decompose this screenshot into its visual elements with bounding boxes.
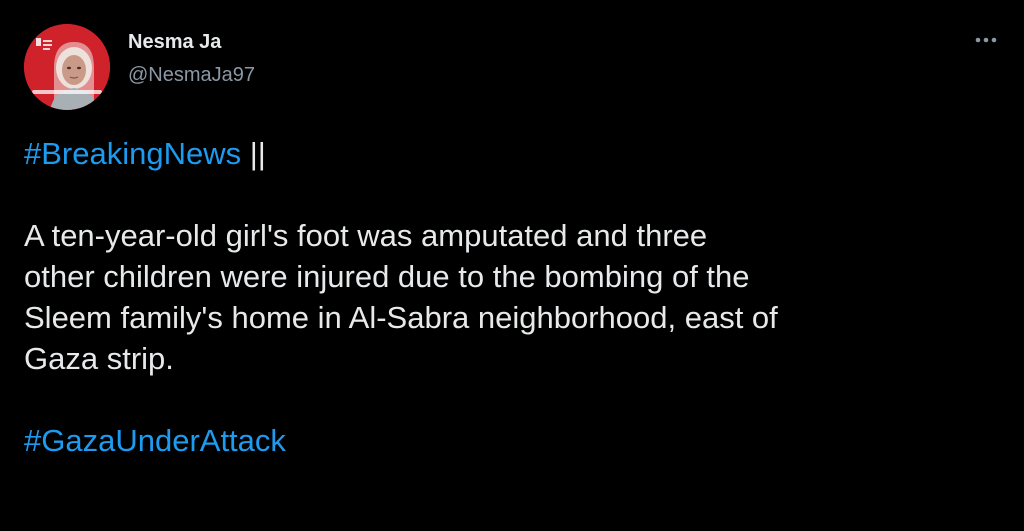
tweet-line-footer: #GazaUnderAttack <box>24 420 1004 461</box>
tweet-line-headline: #BreakingNews || <box>24 133 1004 174</box>
tweet-line: Sleem family's home in Al-Sabra neighbor… <box>24 300 778 335</box>
tweet-line: other children were injured due to the b… <box>24 259 750 294</box>
profile-avatar[interactable] <box>24 24 110 110</box>
separator-text: || <box>241 136 266 171</box>
hashtag-gazaunderattack[interactable]: #GazaUnderAttack <box>24 423 286 458</box>
tweet-line: A ten-year-old girl's foot was amputated… <box>24 218 708 253</box>
more-horizontal-icon <box>975 37 997 43</box>
author-handle[interactable]: @NesmaJa97 <box>128 63 255 87</box>
more-options-button[interactable] <box>970 28 1002 52</box>
hashtag-breakingnews[interactable]: #BreakingNews <box>24 136 241 171</box>
tweet-line: Gaza strip. <box>24 341 174 376</box>
author-display-name[interactable]: Nesma Ja <box>128 30 255 54</box>
avatar-image-icon <box>24 24 110 110</box>
tweet-card: Nesma Ja @NesmaJa97 #BreakingNews || A t… <box>0 0 1024 531</box>
tweet-text: #BreakingNews || A ten-year-old girl's f… <box>24 133 1004 461</box>
author-info: Nesma Ja @NesmaJa97 <box>128 30 255 87</box>
